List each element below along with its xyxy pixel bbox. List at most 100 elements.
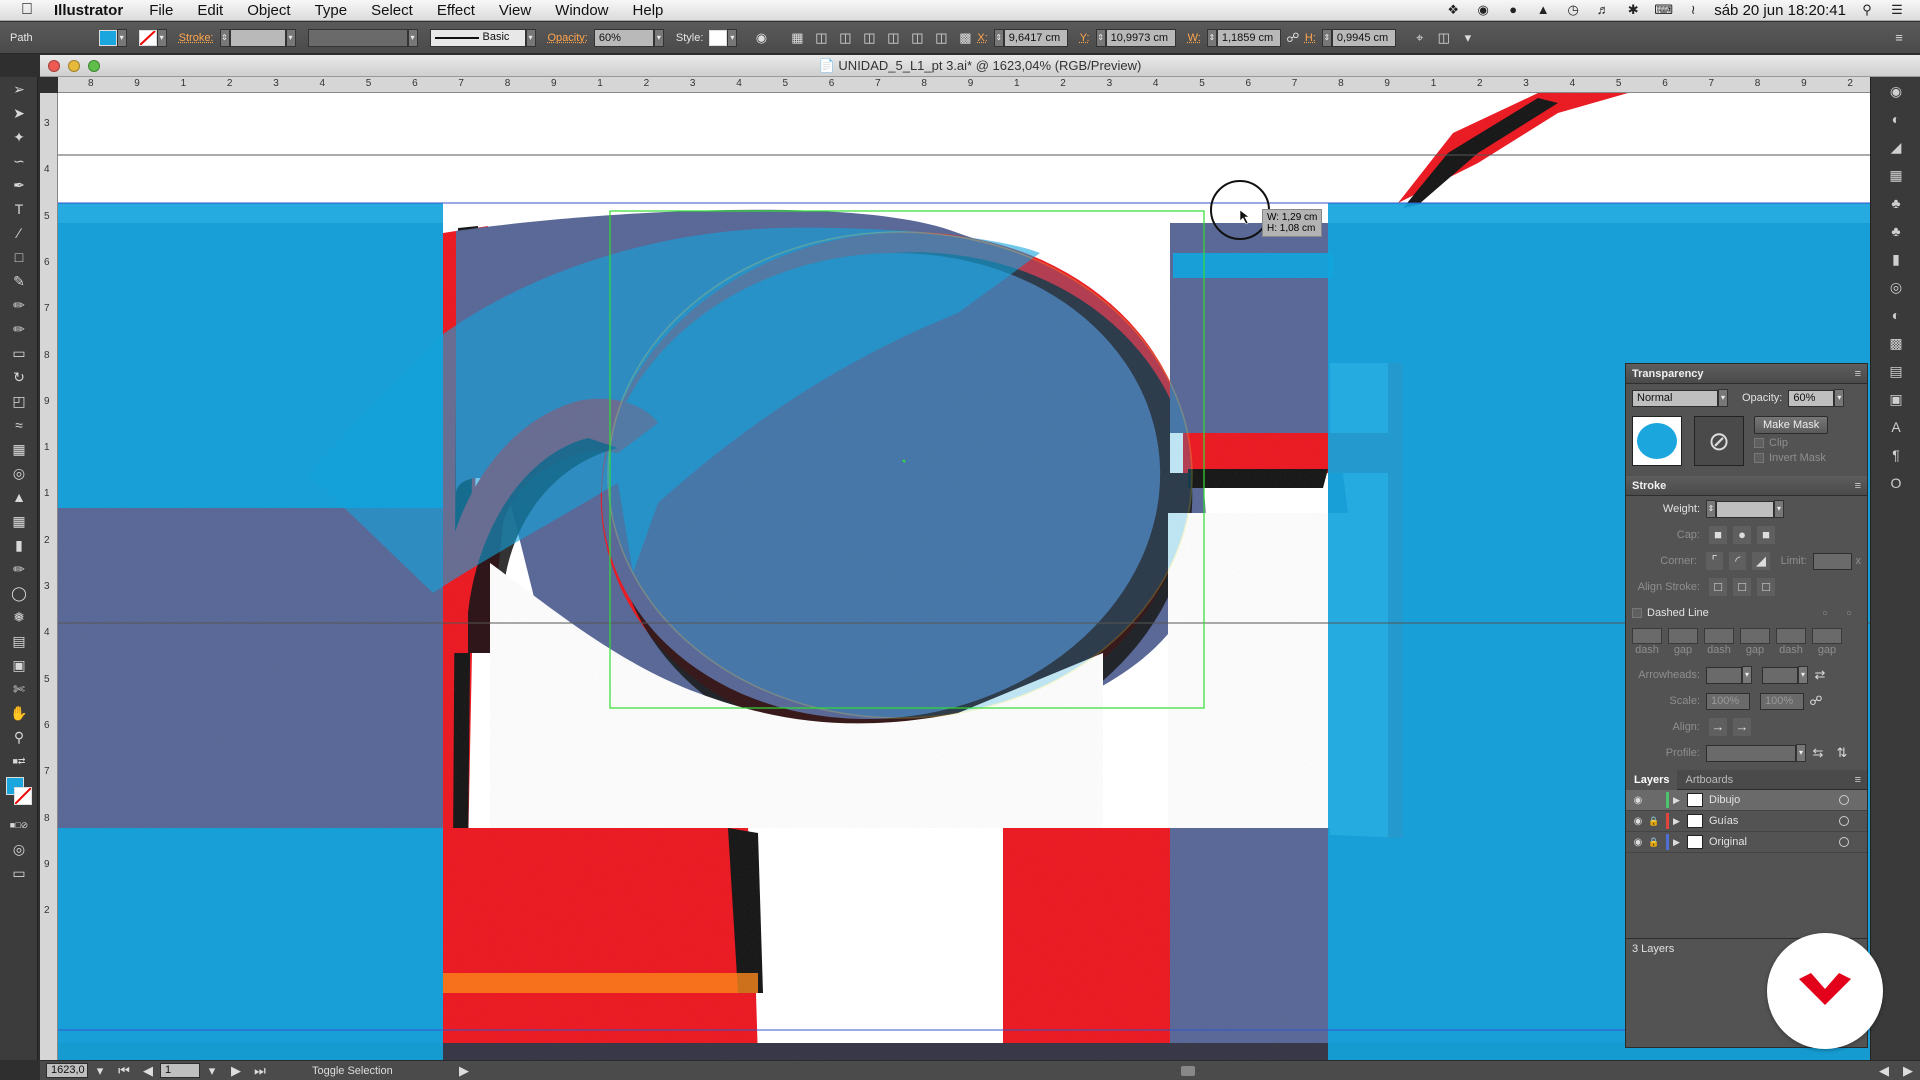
horizontal-ruler[interactable]: 8 9 1 2 3 4 5 6 7 8 9 1 2 3 4 5 6 7 8 9 1 2 3 4 5 6 7 8 9 1 2 3 4 5 6 7 8 9 2: [58, 77, 1870, 93]
arrowhead-end-dropdown[interactable]: ▾: [1798, 666, 1808, 684]
opacity-field[interactable]: 60%: [1788, 389, 1835, 407]
type-tool-icon[interactable]: T: [0, 197, 38, 221]
color-icon[interactable]: ◐: [1871, 105, 1920, 133]
w-stepper[interactable]: ⇕: [1206, 28, 1217, 47]
expand-triangle-icon[interactable]: ▶: [1673, 795, 1683, 806]
w-field[interactable]: 1,1859 cm: [1216, 28, 1281, 47]
tab-layers[interactable]: Layers: [1626, 769, 1678, 790]
next-artboard-icon[interactable]: ▶: [227, 1062, 245, 1080]
artboard-number-field[interactable]: 1: [160, 1063, 200, 1078]
arrow-tip-at-end-icon[interactable]: →: [1733, 718, 1751, 736]
gap-field-2[interactable]: [1740, 628, 1770, 644]
status-menu-icon[interactable]: ▶: [455, 1062, 473, 1080]
shape-builder-tool-icon[interactable]: ◎: [0, 461, 38, 485]
keyboard-icon[interactable]: ⌨: [1654, 3, 1673, 17]
pencil-tool-icon[interactable]: ✏: [0, 293, 38, 317]
opacity-dropdown[interactable]: ▾: [653, 28, 664, 47]
stroke-label[interactable]: Stroke:: [179, 32, 214, 44]
layer-target-icon[interactable]: [1839, 837, 1849, 847]
mask-thumbnail[interactable]: ⊘: [1694, 416, 1744, 466]
cyan-strip-right[interactable]: [1173, 253, 1333, 278]
round-cap-icon[interactable]: ●: [1733, 526, 1751, 544]
notification-center-icon[interactable]: ☰: [1888, 3, 1906, 17]
stroke-panel-header[interactable]: Stroke ≡: [1626, 476, 1867, 496]
gradient-tool-icon[interactable]: ▮: [0, 533, 38, 557]
x-field[interactable]: 9,6417 cm: [1003, 28, 1068, 47]
transform-panel-icon[interactable]: ▩: [1871, 329, 1920, 357]
clip-checkbox[interactable]: Clip: [1754, 437, 1828, 449]
dash-align-icon[interactable]: ▫: [1840, 604, 1858, 622]
warp-tool-icon[interactable]: ≈: [0, 413, 38, 437]
opentype-icon[interactable]: O: [1871, 469, 1920, 497]
brushes-icon[interactable]: ▦: [1871, 161, 1920, 189]
record-icon[interactable]: ●: [1504, 3, 1522, 17]
x-label[interactable]: X:: [977, 32, 987, 44]
limit-field[interactable]: [1812, 552, 1852, 570]
y-label[interactable]: Y:: [1080, 32, 1090, 44]
perspective-grid-tool-icon[interactable]: ▲: [0, 485, 38, 509]
first-artboard-icon[interactable]: ⏮: [115, 1062, 133, 1080]
opacity-label[interactable]: Opacity:: [548, 32, 588, 44]
rectangle-tool-icon[interactable]: □: [0, 245, 38, 269]
align-inside-stroke-icon[interactable]: □: [1733, 578, 1751, 596]
opacity-dropdown[interactable]: ▾: [1834, 389, 1845, 407]
tab-artboards[interactable]: Artboards: [1677, 770, 1741, 790]
constrain-proportions-icon[interactable]: ☍: [1284, 29, 1302, 47]
panel-menu-icon[interactable]: ≡: [1890, 29, 1908, 47]
brush-definition[interactable]: Basic: [429, 28, 526, 47]
arrowhead-end-select[interactable]: [1762, 666, 1798, 684]
align-middle-icon[interactable]: ◫: [908, 29, 926, 47]
profile-select[interactable]: [1706, 744, 1796, 762]
menu-help[interactable]: Help: [633, 2, 664, 19]
transform-reference-icon[interactable]: ▩: [956, 29, 974, 47]
opacity-field[interactable]: 60%: [593, 28, 654, 47]
default-colors-icon[interactable]: ■⇄: [0, 749, 38, 773]
dash-field-1[interactable]: [1632, 628, 1662, 644]
variable-width-profile[interactable]: [307, 28, 408, 47]
horizontal-scrollbar[interactable]: [486, 1064, 1786, 1078]
panel-menu-icon[interactable]: ≡: [1855, 774, 1861, 786]
clock[interactable]: sáb 20 jun 18:20:41: [1714, 2, 1846, 19]
make-mask-button[interactable]: Make Mask: [1754, 416, 1829, 434]
swap-arrowheads-icon[interactable]: ⇄: [1811, 666, 1829, 684]
layer-name[interactable]: Dibujo: [1709, 794, 1740, 806]
pathfinder-icon[interactable]: ▣: [1871, 385, 1920, 413]
align-center-stroke-icon[interactable]: □: [1709, 578, 1727, 596]
paragraph-icon[interactable]: ¶: [1871, 441, 1920, 469]
direct-selection-tool-icon[interactable]: ➤: [0, 101, 38, 125]
eyedropper-tool-icon[interactable]: ✏: [0, 557, 38, 581]
flip-along-icon[interactable]: ⇆: [1809, 744, 1827, 762]
color-guide-icon[interactable]: ◉: [1871, 77, 1920, 105]
graphic-styles-icon[interactable]: ♣: [1871, 217, 1920, 245]
layer-name[interactable]: Original: [1709, 836, 1747, 848]
transparency-panel-header[interactable]: Transparency ≡: [1626, 364, 1867, 384]
column-graph-tool-icon[interactable]: ▤: [0, 629, 38, 653]
object-thumbnail[interactable]: [1632, 416, 1682, 466]
fill-swatch[interactable]: [98, 29, 117, 46]
profile-dropdown[interactable]: ▾: [1796, 744, 1806, 762]
visibility-eye-icon[interactable]: ◉: [1630, 795, 1646, 806]
scale-end-field[interactable]: 100%: [1760, 692, 1804, 710]
h-label[interactable]: H:: [1305, 32, 1316, 44]
arrowhead-start-dropdown[interactable]: ▾: [1742, 666, 1752, 684]
align-to-icon[interactable]: ▦: [788, 29, 806, 47]
selected-ellipse-path[interactable]: [607, 231, 1193, 719]
gap-field-3[interactable]: [1812, 628, 1842, 644]
apple-icon[interactable]: : [10, 1, 44, 19]
last-artboard-icon[interactable]: ⏭: [251, 1062, 269, 1080]
mesh-tool-icon[interactable]: ▦: [0, 509, 38, 533]
menu-window[interactable]: Window: [555, 2, 608, 19]
weight-field[interactable]: [1716, 500, 1774, 518]
stroke-weight-dropdown[interactable]: ▾: [285, 28, 296, 47]
align-right-icon[interactable]: ◫: [860, 29, 878, 47]
hand-tool-icon[interactable]: ✋: [0, 701, 38, 725]
selection-tool-icon[interactable]: ➢: [0, 77, 38, 101]
y-stepper[interactable]: ⇕: [1095, 28, 1106, 47]
dashed-line-checkbox[interactable]: [1632, 608, 1642, 618]
align-top-icon[interactable]: ◫: [884, 29, 902, 47]
miter-join-icon[interactable]: ⌜: [1705, 552, 1724, 570]
magic-wand-tool-icon[interactable]: ✦: [0, 125, 38, 149]
screen-mode-icon[interactable]: ▭: [0, 861, 38, 885]
panel-menu-icon[interactable]: ≡: [1855, 480, 1861, 492]
dash-field-2[interactable]: [1704, 628, 1734, 644]
